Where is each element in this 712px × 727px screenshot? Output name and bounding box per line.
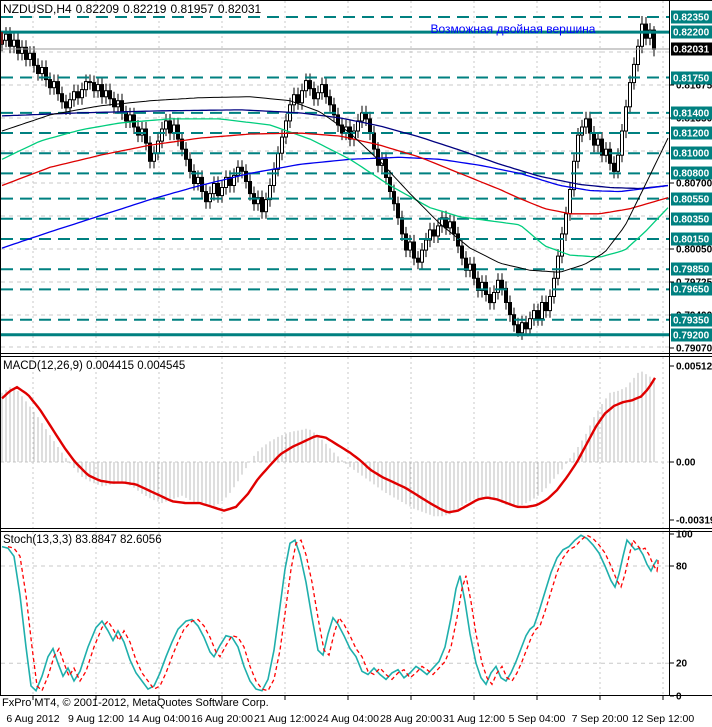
time-axis[interactable] [0,696,712,727]
price-pane-canvas[interactable] [0,0,670,352]
stoch-pane-canvas[interactable] [0,532,670,695]
macd-pane-canvas[interactable] [0,357,670,528]
mt4-chart-window: 0.816750.813500.807000.800500.797250.794… [0,0,712,727]
price-axis[interactable] [670,0,712,695]
